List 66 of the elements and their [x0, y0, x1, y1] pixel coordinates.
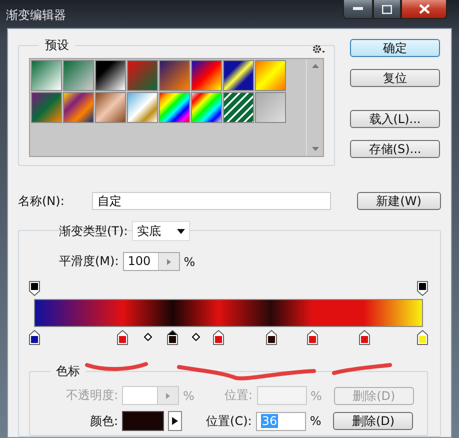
- gradient-type-label: 渐变类型(T):: [59, 222, 128, 240]
- gradient-preview-bar[interactable]: [34, 299, 423, 327]
- percent-label: %: [310, 414, 322, 428]
- gradient-preset-swatch[interactable]: [223, 60, 254, 91]
- color-swatch[interactable]: [122, 411, 164, 431]
- settings-icon[interactable]: [312, 44, 326, 54]
- color-stop-icon[interactable]: [358, 330, 370, 345]
- smoothness-label: 平滑度(M):: [59, 253, 119, 270]
- gradient-preset-swatch[interactable]: [191, 92, 222, 123]
- opacity-label: 不透明度:: [66, 387, 118, 404]
- gradient-type-dropdown[interactable]: 实底: [132, 221, 190, 241]
- color-stop-icon[interactable]: [212, 330, 224, 345]
- color-picker-button[interactable]: [168, 411, 182, 431]
- maximize-icon: [382, 4, 392, 14]
- gradient-preset-swatch[interactable]: [127, 60, 158, 91]
- window-title: 渐变编辑器: [6, 7, 66, 24]
- percent-label: %: [310, 388, 322, 402]
- dialog-button[interactable]: 载入(L)...: [350, 110, 440, 128]
- color-stop-icon[interactable]: [117, 330, 128, 345]
- close-icon: [418, 4, 430, 14]
- color-stop-icon[interactable]: [306, 330, 318, 345]
- gradient-preset-swatch[interactable]: [159, 92, 190, 123]
- minimize-icon: [353, 7, 363, 11]
- name-input[interactable]: 自定: [92, 192, 331, 210]
- scroll-down-icon[interactable]: [312, 147, 318, 151]
- color-stop-icon[interactable]: [29, 330, 40, 345]
- gradient-preset-swatch[interactable]: [63, 60, 94, 91]
- presets-title: 预设: [44, 37, 70, 54]
- opacity-stop-icon[interactable]: [417, 281, 428, 296]
- close-button[interactable]: [401, 0, 447, 19]
- color-stop-icon[interactable]: [167, 330, 178, 345]
- color-stop-icon[interactable]: [266, 330, 277, 345]
- gradient-preset-swatch[interactable]: [95, 92, 126, 123]
- arrow-right-icon: [172, 417, 178, 425]
- minimize-button[interactable]: [343, 0, 373, 19]
- gradient-preset-swatch[interactable]: [31, 92, 62, 123]
- gradient-preset-swatch[interactable]: [159, 60, 190, 91]
- stops-title: 色标: [55, 363, 81, 380]
- percent-label: %: [184, 254, 196, 268]
- delete-button[interactable]: 删除(D): [333, 412, 414, 430]
- gradient-preset-swatch[interactable]: [191, 60, 222, 91]
- maximize-button[interactable]: [373, 0, 401, 19]
- color-label: 颜色:: [90, 412, 118, 430]
- arrow-right-icon[interactable]: [166, 258, 171, 264]
- scroll-up-icon[interactable]: [312, 64, 318, 68]
- gradient-preset-swatch[interactable]: [31, 60, 62, 91]
- midpoint-diamond-icon[interactable]: [144, 333, 152, 341]
- new-button[interactable]: 新建(W): [356, 192, 441, 210]
- gradient-preset-swatch[interactable]: [95, 60, 126, 91]
- gradient-preset-swatch[interactable]: [255, 60, 286, 91]
- dropdown-caret-icon: [176, 228, 185, 234]
- name-label: 名称(N):: [18, 192, 66, 210]
- location-label: 位置(C):: [206, 412, 252, 430]
- dialog-button[interactable]: 复位: [350, 69, 440, 87]
- gradient-preset-swatch[interactable]: [255, 92, 286, 123]
- color-stop-icon[interactable]: [417, 330, 428, 345]
- gradient-preset-swatch[interactable]: [223, 92, 254, 123]
- dialog-button[interactable]: 存储(S)...: [350, 140, 440, 158]
- dialog-button[interactable]: 确定: [350, 39, 440, 57]
- gradient-preset-swatch[interactable]: [127, 92, 158, 123]
- location-label: 位置:: [224, 387, 252, 404]
- gradient-preset-swatch[interactable]: [63, 92, 94, 123]
- midpoint-diamond-icon[interactable]: [192, 333, 200, 341]
- smoothness-field[interactable]: 100: [122, 252, 180, 271]
- percent-label: %: [183, 388, 194, 402]
- opacity-stop-icon[interactable]: [29, 281, 40, 296]
